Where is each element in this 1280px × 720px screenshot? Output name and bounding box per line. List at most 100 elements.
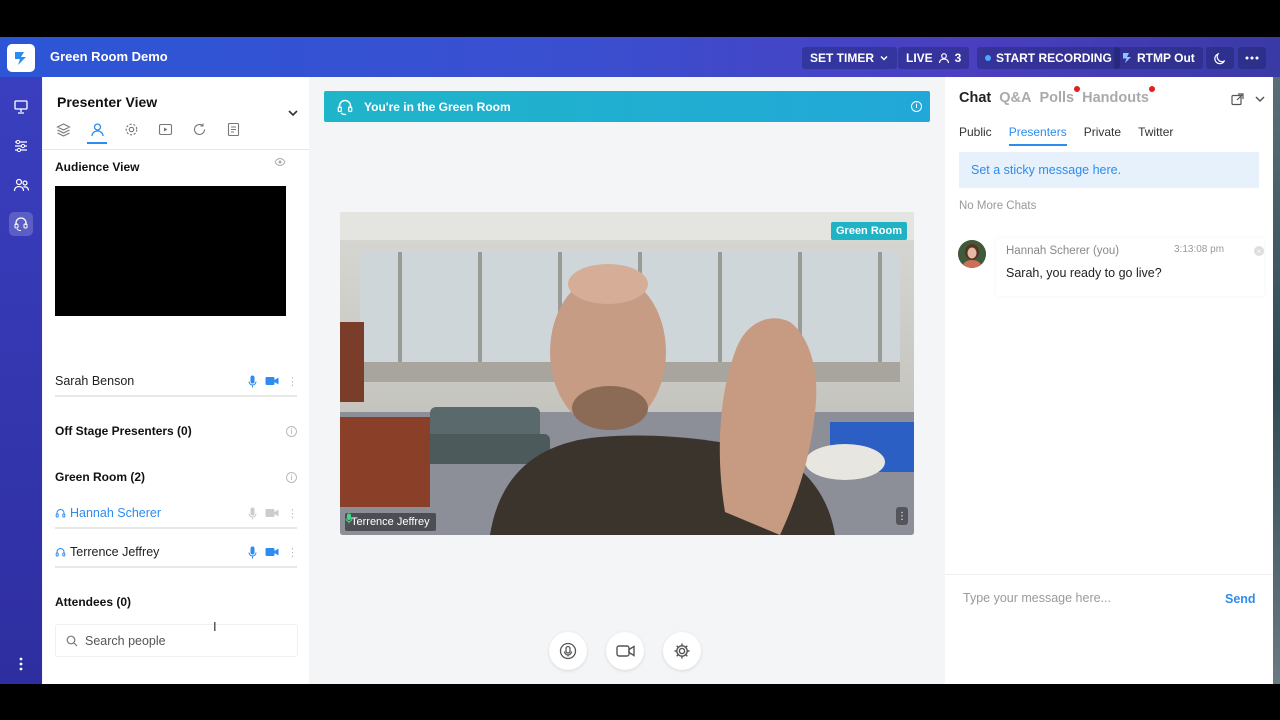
headset-icon [337, 99, 353, 115]
chevron-down-icon [880, 55, 888, 61]
settings-button[interactable] [663, 632, 701, 670]
close-icon[interactable]: × [1254, 246, 1264, 256]
left-navigation-rail [0, 77, 42, 684]
rail-more-button[interactable] [9, 652, 33, 676]
off-stage-label: Off Stage Presenters (0) [55, 424, 192, 438]
search-people-box[interactable] [55, 624, 298, 657]
subtab-public[interactable]: Public [959, 125, 992, 146]
audience-preview [55, 186, 286, 316]
more-vertical-icon[interactable]: ⋮ [896, 507, 908, 525]
divider [945, 574, 1273, 575]
gear-icon [125, 123, 137, 135]
person-icon [938, 53, 949, 64]
camera-icon [615, 645, 635, 657]
panel-title: Presenter View [57, 94, 158, 110]
subtab-twitter[interactable]: Twitter [1138, 125, 1173, 146]
app-logo-icon[interactable] [7, 44, 35, 72]
moon-icon [1213, 52, 1225, 64]
search-input[interactable] [85, 633, 275, 648]
rail-stage-button[interactable] [9, 95, 33, 119]
more-vertical-icon [19, 657, 23, 671]
more-vertical-icon[interactable]: ⋮ [287, 507, 298, 520]
chat-sub-tabs: Public Presenters Private Twitter [959, 125, 1173, 146]
tab-history[interactable] [191, 121, 207, 137]
info-icon[interactable]: i [286, 472, 297, 483]
sliders-icon [15, 139, 27, 153]
external-link-icon[interactable] [1231, 93, 1244, 106]
panel-tab-bar [55, 121, 241, 144]
microphone-icon[interactable] [248, 507, 257, 520]
green-room-badge: Green Room [830, 222, 907, 240]
chat-main-tabs: Chat Q&A Polls Handouts [959, 86, 1155, 106]
more-vertical-icon[interactable]: ⋮ [287, 375, 298, 388]
start-recording-button[interactable]: START RECORDING [977, 47, 1120, 69]
green-room-row[interactable]: Hannah Scherer ⋮ [55, 499, 298, 529]
layers-icon [55, 122, 71, 137]
on-stage-row[interactable]: Sarah Benson ⋮ [55, 367, 298, 397]
presenter-video-tile[interactable]: Green Room Terrence Jeffrey ⋮ [340, 212, 914, 535]
tab-people[interactable] [87, 121, 107, 144]
rtmp-out-label: RTMP Out [1137, 51, 1195, 65]
document-icon [227, 122, 239, 136]
rail-people-button[interactable] [9, 173, 33, 197]
tab-handouts-label: Handouts [1082, 90, 1149, 106]
presenter-panel: Presenter View Audience View Sarah Benso… [43, 77, 309, 684]
green-room-row[interactable]: Terrence Jeffrey ⋮ [55, 538, 298, 568]
tab-qa[interactable]: Q&A [999, 90, 1031, 106]
set-timer-label: SET TIMER [810, 51, 875, 65]
eye-icon[interactable] [274, 157, 286, 167]
tab-handouts[interactable]: Handouts [1082, 86, 1155, 106]
camera-icon[interactable] [265, 547, 279, 557]
attendees-label: Attendees (0) [55, 595, 132, 609]
tab-settings[interactable] [123, 121, 139, 137]
more-menu-button[interactable] [1238, 47, 1266, 69]
tab-polls[interactable]: Polls [1039, 86, 1081, 106]
tab-layers[interactable] [55, 121, 71, 137]
rail-settings-button[interactable] [9, 134, 33, 158]
tab-video[interactable] [157, 121, 173, 137]
send-button[interactable]: Send [1225, 592, 1256, 606]
notification-dot [1148, 86, 1155, 92]
chevron-down-icon[interactable] [1254, 93, 1266, 105]
video-participant-name: Terrence Jeffrey [351, 516, 430, 528]
microphone-icon [559, 642, 577, 660]
camera-button[interactable] [606, 632, 644, 670]
live-status[interactable]: LIVE 3 [898, 47, 970, 69]
sticky-message-field[interactable]: Set a sticky message here. [959, 152, 1259, 188]
chevron-down-icon[interactable] [287, 108, 299, 118]
presenter-name: Sarah Benson [55, 374, 135, 388]
presenter-name-wrap: Hannah Scherer [55, 506, 248, 520]
video-frame-image [340, 212, 914, 535]
top-bar: Green Room Demo SET TIMER LIVE 3 START R… [0, 37, 1280, 77]
chat-header-actions [1231, 93, 1266, 106]
viewer-count: 3 [954, 51, 962, 65]
subtab-presenters[interactable]: Presenters [1008, 125, 1067, 146]
info-icon[interactable]: i [911, 101, 922, 112]
microphone-icon [345, 513, 353, 524]
set-timer-button[interactable]: SET TIMER [802, 47, 898, 69]
subtab-private[interactable]: Private [1084, 125, 1121, 146]
chat-message: Hannah Scherer (you) 3:13:08 pm Sarah, y… [996, 238, 1264, 296]
audience-view-label: Audience View [55, 160, 140, 174]
microphone-icon[interactable] [248, 375, 257, 388]
microphone-icon[interactable] [248, 546, 257, 559]
rtmp-out-button[interactable]: RTMP Out [1114, 47, 1203, 69]
microphone-button[interactable] [549, 632, 587, 670]
info-icon[interactable]: i [286, 426, 297, 437]
presentation-icon [14, 100, 28, 114]
search-icon [66, 635, 78, 646]
background-window-edge [1273, 77, 1280, 684]
tab-notes[interactable] [225, 121, 241, 137]
rail-presenter-button[interactable] [9, 212, 33, 236]
more-vertical-icon[interactable]: ⋮ [287, 546, 298, 559]
chat-message-input[interactable] [963, 591, 1203, 605]
tab-chat[interactable]: Chat [959, 90, 991, 106]
refresh-icon [193, 123, 205, 135]
camera-icon[interactable] [265, 376, 279, 386]
presenter-name-wrap: Terrence Jeffrey [55, 545, 248, 559]
presenter-name: Terrence Jeffrey [70, 545, 160, 559]
camera-icon[interactable] [265, 508, 279, 518]
dark-mode-toggle[interactable] [1206, 47, 1234, 69]
gear-icon [674, 643, 690, 659]
divider [43, 149, 309, 150]
